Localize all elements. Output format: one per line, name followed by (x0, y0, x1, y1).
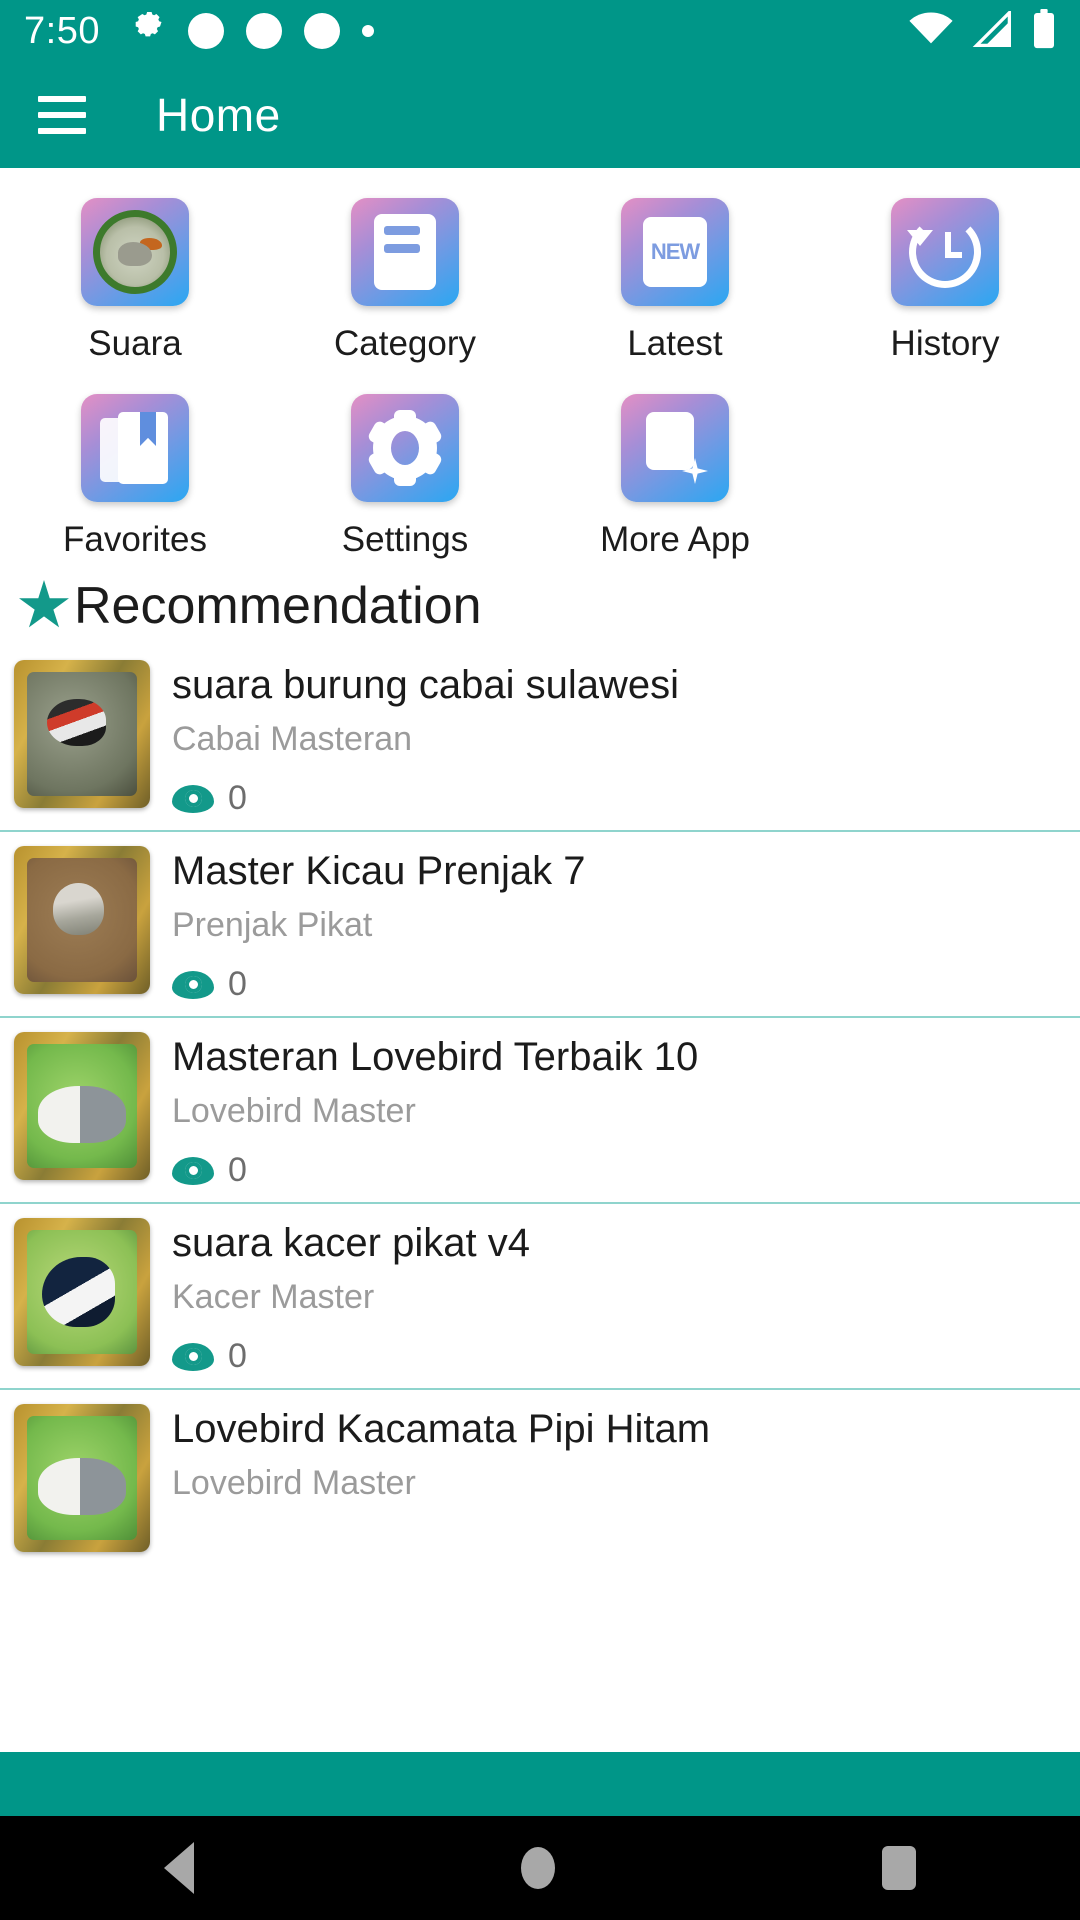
back-triangle-icon[interactable] (163, 1842, 194, 1894)
list-item-subtitle: Cabai Masteran (172, 720, 413, 758)
grid-item-empty (810, 382, 1080, 560)
eye-icon (172, 784, 214, 813)
system-navigation-bar (0, 1816, 1080, 1920)
new-badge-icon: NEW (621, 198, 729, 306)
view-count: 0 (228, 779, 247, 817)
gear-icon (130, 11, 166, 52)
battery-icon (1032, 8, 1056, 54)
list-item-title: suara burung cabai sulawesi (172, 663, 679, 707)
list-item-views: 0 (172, 779, 1066, 818)
lovebird-thumb (14, 1032, 150, 1180)
new-badge-text: NEW (643, 217, 707, 287)
grid-item-label: More App (600, 520, 750, 559)
list-item[interactable]: suara burung cabai sulawesi Cabai Master… (0, 646, 1080, 832)
list-item-views: 0 (172, 1151, 1066, 1190)
grid-item-suara[interactable]: Suara (0, 186, 270, 364)
bird-photo-icon (81, 198, 189, 306)
grid-item-label: Favorites (63, 520, 207, 559)
list-item-subtitle: Kacer Master (172, 1278, 375, 1316)
view-count: 0 (228, 1151, 247, 1189)
section-title: Recommendation (74, 577, 482, 635)
view-count: 0 (228, 1337, 247, 1375)
bird-prenjak-thumb (14, 846, 150, 994)
recommendation-list: suara burung cabai sulawesi Cabai Master… (0, 646, 1080, 1564)
app-bar: Home (0, 62, 1080, 168)
page-title: Home (156, 89, 281, 141)
category-card-icon (351, 198, 459, 306)
shortcut-grid: Suara Category NEW Latest History Favori… (0, 168, 1080, 560)
main-content: Suara Category NEW Latest History Favori… (0, 168, 1080, 1752)
recommendation-header: Recommendation (0, 560, 1080, 646)
grid-row-1: Suara Category NEW Latest History (0, 186, 1080, 364)
bird-kacer-thumb (14, 1218, 150, 1366)
list-item[interactable]: suara kacer pikat v4 Kacer Master 0 (0, 1204, 1080, 1390)
list-item-title: Masteran Lovebird Terbaik 10 (172, 1035, 699, 1079)
grid-row-2: Favorites Settings More App (0, 382, 1080, 560)
eye-icon (172, 970, 214, 999)
circle-icon (245, 13, 282, 49)
lovebird-thumb (14, 1404, 150, 1552)
list-item-title: Lovebird Kacamata Pipi Hitam (172, 1407, 711, 1451)
list-item[interactable]: Lovebird Kacamata Pipi Hitam Lovebird Ma… (0, 1390, 1080, 1564)
eye-icon (172, 1156, 214, 1185)
grid-item-category[interactable]: Category (270, 186, 540, 364)
bookmark-library-icon (81, 394, 189, 502)
circle-icon (303, 13, 340, 49)
view-count: 0 (228, 965, 247, 1003)
hamburger-menu-icon[interactable] (38, 96, 86, 134)
cellular-signal-icon (972, 8, 1014, 52)
grid-item-favorites[interactable]: Favorites (0, 382, 270, 560)
grid-item-label: Category (333, 324, 477, 363)
recents-square-icon[interactable] (882, 1846, 917, 1890)
circle-icon (187, 13, 224, 49)
home-circle-icon[interactable] (520, 1847, 555, 1889)
eye-icon (172, 1342, 214, 1371)
star-icon (19, 580, 69, 628)
grid-item-more-app[interactable]: More App (540, 382, 810, 560)
grid-item-label: Latest (627, 324, 723, 363)
status-clock: 7:50 (24, 9, 100, 52)
list-item-subtitle: Prenjak Pikat (172, 906, 373, 944)
bird-cabai-thumb (14, 660, 150, 808)
grid-item-label: Suara (88, 324, 182, 363)
app-screen: 7:50 Home Suara Category NEW Latest Hist… (0, 0, 1080, 1920)
bottom-accent-bar (0, 1752, 1080, 1816)
list-item-views: 0 (172, 965, 1066, 1004)
grid-item-history[interactable]: History (810, 186, 1080, 364)
grid-item-label: Settings (341, 520, 469, 559)
wifi-icon (908, 11, 954, 52)
list-item-title: suara kacer pikat v4 (172, 1221, 530, 1265)
gear-icon (351, 394, 459, 502)
list-item-title: Master Kicau Prenjak 7 (172, 849, 586, 893)
grid-item-settings[interactable]: Settings (270, 382, 540, 560)
list-item[interactable]: Masteran Lovebird Terbaik 10 Lovebird Ma… (0, 1018, 1080, 1204)
list-item-subtitle: Lovebird Master (172, 1464, 416, 1502)
grid-item-latest[interactable]: NEW Latest (540, 186, 810, 364)
dot-icon (361, 25, 374, 37)
clock-history-icon (891, 198, 999, 306)
list-item-views: 0 (172, 1337, 1066, 1376)
list-item[interactable]: Master Kicau Prenjak 7 Prenjak Pikat 0 (0, 832, 1080, 1018)
status-notification-icons (130, 11, 374, 52)
status-bar: 7:50 (0, 0, 1080, 62)
status-system-icons (908, 8, 1056, 54)
list-item-subtitle: Lovebird Master (172, 1092, 416, 1130)
grid-item-label: History (890, 324, 1000, 363)
app-sparkle-icon (621, 394, 729, 502)
